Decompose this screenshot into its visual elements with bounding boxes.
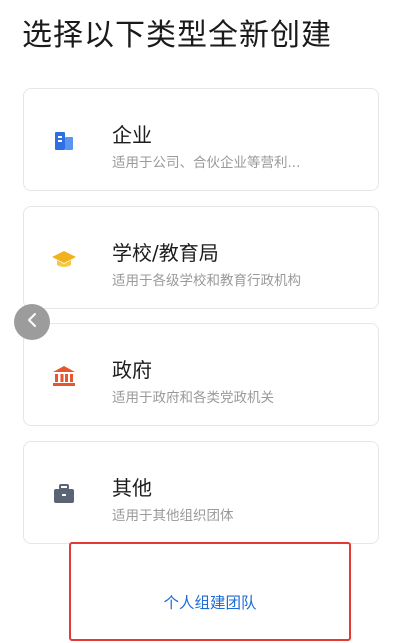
type-card-other[interactable]: 其他 适用于其他组织团体 — [23, 441, 379, 544]
chevron-left-icon — [25, 312, 39, 332]
page-title: 选择以下类型全新创建 — [22, 18, 332, 53]
type-card-title: 政府 — [112, 358, 152, 382]
type-card-subtitle: 适用于各级学校和教育行政机构 — [112, 273, 301, 289]
create-type-page: 选择以下类型全新创建 企业 适用于公司、合伙企业等营利... 学校/教育局 适用… — [0, 0, 408, 643]
briefcase-icon — [50, 480, 78, 508]
type-card-government[interactable]: 政府 适用于政府和各类党政机关 — [23, 323, 379, 426]
type-card-school[interactable]: 学校/教育局 适用于各级学校和教育行政机构 — [23, 206, 379, 309]
type-card-title: 学校/教育局 — [112, 241, 219, 265]
personal-team-highlight: 个人组建团队 — [69, 542, 351, 641]
type-card-title: 其他 — [112, 476, 152, 500]
type-card-subtitle: 适用于其他组织团体 — [112, 508, 234, 524]
personal-team-link[interactable]: 个人组建团队 — [71, 591, 349, 613]
graduation-cap-icon — [50, 245, 78, 273]
back-button[interactable] — [14, 304, 50, 340]
type-card-enterprise[interactable]: 企业 适用于公司、合伙企业等营利... — [23, 88, 379, 191]
government-building-icon — [50, 362, 78, 390]
building-icon — [50, 127, 78, 155]
type-card-title: 企业 — [112, 123, 152, 147]
type-card-subtitle: 适用于公司、合伙企业等营利... — [112, 155, 301, 171]
type-card-subtitle: 适用于政府和各类党政机关 — [112, 390, 274, 406]
